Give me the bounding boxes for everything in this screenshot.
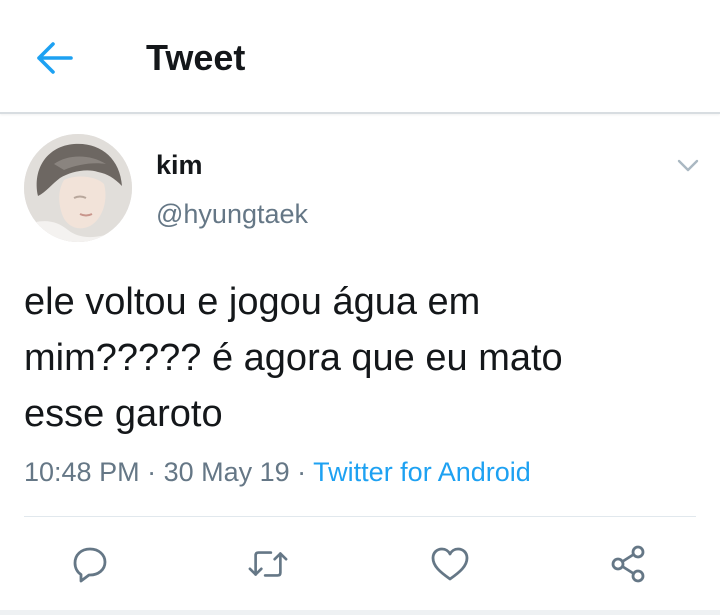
reply-icon <box>73 547 107 583</box>
like-icon <box>431 547 469 581</box>
author-display-name[interactable]: kim <box>156 148 203 182</box>
retweet-icon <box>248 551 288 577</box>
page-title: Tweet <box>146 37 246 78</box>
avatar[interactable] <box>24 134 132 242</box>
app-bar: Tweet <box>0 0 720 114</box>
divider <box>24 516 696 517</box>
tweet-time: 10:48 PM <box>24 457 140 487</box>
meta-separator: · <box>289 457 314 487</box>
reply-button[interactable] <box>70 544 110 584</box>
chevron-down-icon <box>677 159 699 172</box>
meta-separator: · <box>139 457 164 487</box>
tweet-date: 30 May 19 <box>163 457 290 487</box>
share-button[interactable] <box>608 544 648 584</box>
tweet-meta: 10:48 PM · 30 May 19 · Twitter for Andro… <box>24 455 531 489</box>
back-button[interactable] <box>34 38 78 78</box>
arrow-left-icon <box>37 42 73 74</box>
more-options-button[interactable] <box>672 150 704 182</box>
bottom-separator <box>0 610 720 615</box>
author-handle[interactable]: @hyungtaek <box>156 197 308 231</box>
avatar-image <box>24 134 132 242</box>
tweet-source-link[interactable]: Twitter for Android <box>313 457 531 487</box>
retweet-button[interactable] <box>248 544 288 584</box>
tweet-text: ele voltou e jogou água em mim????? é ag… <box>24 281 563 435</box>
like-button[interactable] <box>430 544 470 584</box>
share-icon <box>611 545 645 583</box>
